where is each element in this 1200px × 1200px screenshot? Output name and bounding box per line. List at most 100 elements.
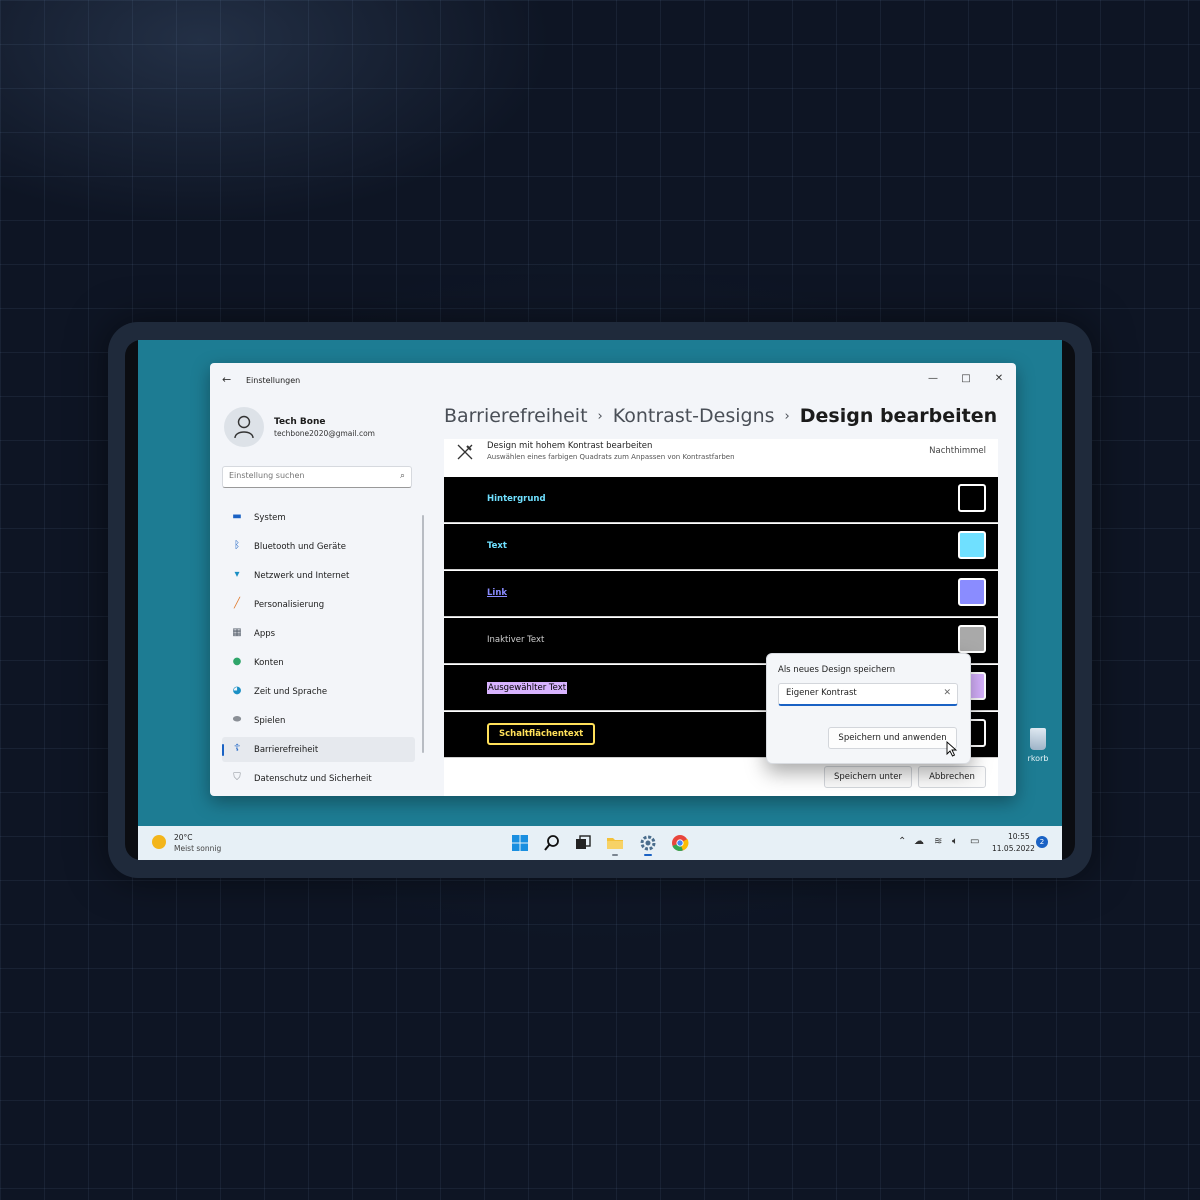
clock-date[interactable]: 11.05.2022 bbox=[992, 844, 1035, 853]
monitor-icon: ▬ bbox=[232, 511, 242, 522]
recycle-bin[interactable]: rkorb bbox=[1008, 728, 1062, 763]
search-icon[interactable]: ⌕ bbox=[400, 471, 405, 481]
chevron-up-icon[interactable]: ⌃ bbox=[898, 836, 906, 847]
sidebar-item-label: Netzwerk und Internet bbox=[254, 571, 350, 581]
sidebar-item-network[interactable]: ▾ Netzwerk und Internet bbox=[222, 563, 415, 588]
shield-icon: ⛉ bbox=[233, 772, 241, 783]
apps-icon: ▦ bbox=[232, 627, 242, 638]
sidebar-item-label: Konten bbox=[254, 658, 284, 668]
panel-subtitle: Auswählen eines farbigen Quadrats zum An… bbox=[487, 453, 735, 461]
back-arrow-icon[interactable]: ← bbox=[222, 373, 231, 386]
person-icon bbox=[234, 415, 254, 439]
mouse-cursor-icon bbox=[946, 741, 958, 757]
task-view-icon[interactable] bbox=[574, 834, 592, 852]
color-swatch[interactable] bbox=[958, 625, 986, 653]
weather-sun-icon[interactable] bbox=[152, 835, 166, 849]
sidebar-item-system[interactable]: ▬ System bbox=[222, 505, 415, 530]
minimize-button[interactable]: — bbox=[918, 369, 948, 389]
settings-search[interactable]: ⌕ bbox=[222, 466, 412, 488]
theme-name-field[interactable]: ✕ bbox=[778, 683, 958, 706]
sidebar-item-accessibility[interactable]: ☦ Barrierefreiheit bbox=[222, 737, 415, 762]
row-label: Ausgewählter Text bbox=[487, 682, 568, 694]
save-as-button[interactable]: Speichern unter bbox=[824, 766, 912, 788]
bluetooth-icon: ᛒ bbox=[234, 540, 240, 551]
globe-clock-icon: ◕ bbox=[232, 685, 242, 696]
sidebar-item-label: Barrierefreiheit bbox=[254, 745, 319, 755]
weather-description[interactable]: Meist sonnig bbox=[174, 844, 221, 853]
row-label: Schaltflächentext bbox=[487, 723, 596, 745]
color-row-text: Text bbox=[444, 524, 998, 570]
cloud-icon[interactable]: ☁ bbox=[914, 836, 924, 847]
sidebar-nav: ▬ System ᛒ Bluetooth und Geräte ▾ Netzwe… bbox=[222, 505, 415, 795]
row-label: Inaktiver Text bbox=[487, 635, 545, 645]
wifi-icon: ▾ bbox=[234, 569, 240, 580]
save-theme-flyout: Als neues Design speichern ✕ Speichern u… bbox=[766, 653, 971, 764]
weather-temperature[interactable]: 20°C bbox=[174, 833, 193, 842]
color-swatch[interactable] bbox=[958, 578, 986, 606]
recycle-bin-icon bbox=[1030, 728, 1046, 750]
sidebar-item-bluetooth[interactable]: ᛒ Bluetooth und Geräte bbox=[222, 534, 415, 559]
sidebar-item-privacy[interactable]: ⛉ Datenschutz und Sicherheit bbox=[222, 766, 415, 791]
chrome-icon[interactable] bbox=[671, 834, 689, 852]
sidebar-item-gaming[interactable]: ⬬ Spielen bbox=[222, 708, 415, 733]
row-label: Link bbox=[487, 588, 508, 598]
flyout-title: Als neues Design speichern bbox=[778, 665, 896, 675]
sidebar-item-time-language[interactable]: ◕ Zeit und Sprache bbox=[222, 679, 415, 704]
theme-name-input[interactable] bbox=[786, 688, 936, 698]
sidebar-item-label: Zeit und Sprache bbox=[254, 687, 328, 697]
active-indicator bbox=[644, 854, 652, 856]
sidebar-item-personalization[interactable]: ╱ Personalisierung bbox=[222, 592, 415, 617]
color-row-background: Hintergrund bbox=[444, 477, 998, 523]
running-indicator bbox=[612, 854, 618, 856]
sidebar-item-label: Spielen bbox=[254, 716, 286, 726]
user-email: techbone2020@gmail.com bbox=[274, 429, 375, 438]
sidebar-item-label: System bbox=[254, 513, 286, 523]
person-icon: ● bbox=[232, 656, 242, 667]
gamepad-icon: ⬬ bbox=[232, 714, 242, 725]
palette-brush-icon bbox=[457, 444, 473, 460]
search-icon[interactable] bbox=[543, 834, 561, 852]
brush-icon: ╱ bbox=[233, 598, 241, 609]
file-explorer-button[interactable] bbox=[606, 834, 624, 856]
close-button[interactable]: ✕ bbox=[984, 369, 1014, 389]
sidebar-item-label: Personalisierung bbox=[254, 600, 325, 610]
breadcrumb-item[interactable]: Barrierefreiheit bbox=[444, 405, 588, 427]
settings-app-button[interactable] bbox=[639, 834, 657, 856]
sidebar-item-label: Bluetooth und Geräte bbox=[254, 542, 346, 552]
color-swatch[interactable] bbox=[958, 484, 986, 512]
gear-icon bbox=[640, 835, 656, 851]
clear-icon[interactable]: ✕ bbox=[943, 688, 951, 698]
breadcrumb-item[interactable]: Kontrast-Designs bbox=[613, 405, 775, 427]
start-windows-icon[interactable] bbox=[511, 834, 529, 852]
user-name: Tech Bone bbox=[274, 417, 326, 427]
sidebar-item-accounts[interactable]: ● Konten bbox=[222, 650, 415, 675]
row-label: Hintergrund bbox=[487, 494, 546, 504]
taskbar: 20°C Meist sonnig ⌃ ☁ ≋ 🔈︎ ▭ 10:55 11.05… bbox=[138, 826, 1062, 860]
cancel-button[interactable]: Abbrechen bbox=[918, 766, 986, 788]
panel-title: Design mit hohem Kontrast bearbeiten bbox=[487, 441, 653, 451]
page-title: Design bearbeiten bbox=[799, 405, 998, 427]
avatar[interactable] bbox=[224, 407, 264, 447]
recycle-bin-label: rkorb bbox=[1027, 754, 1049, 763]
color-row-link: Link bbox=[444, 571, 998, 617]
maximize-button[interactable]: □ bbox=[951, 369, 981, 389]
volume-icon[interactable]: 🔈︎ bbox=[952, 836, 958, 847]
save-and-apply-button[interactable]: Speichern und anwenden bbox=[828, 727, 957, 749]
search-input[interactable] bbox=[229, 471, 389, 480]
sidebar-item-apps[interactable]: ▦ Apps bbox=[222, 621, 415, 646]
app-title: Einstellungen bbox=[246, 376, 301, 385]
active-indicator bbox=[222, 744, 224, 756]
battery-icon[interactable]: ▭ bbox=[970, 836, 979, 847]
accessibility-icon: ☦ bbox=[233, 743, 241, 754]
wifi-icon[interactable]: ≋ bbox=[934, 836, 942, 847]
sidebar-scrollbar[interactable] bbox=[422, 515, 424, 753]
clock-time[interactable]: 10:55 bbox=[1008, 832, 1030, 841]
sidebar-item-label: Apps bbox=[254, 629, 276, 639]
sidebar-item-label: Datenschutz und Sicherheit bbox=[254, 774, 372, 784]
notification-badge[interactable]: 2 bbox=[1036, 836, 1048, 848]
breadcrumb-separator: › bbox=[597, 409, 603, 424]
folder-icon bbox=[607, 838, 623, 849]
color-swatch[interactable] bbox=[958, 531, 986, 559]
row-label: Text bbox=[487, 541, 507, 551]
theme-name: Nachthimmel bbox=[929, 446, 986, 456]
